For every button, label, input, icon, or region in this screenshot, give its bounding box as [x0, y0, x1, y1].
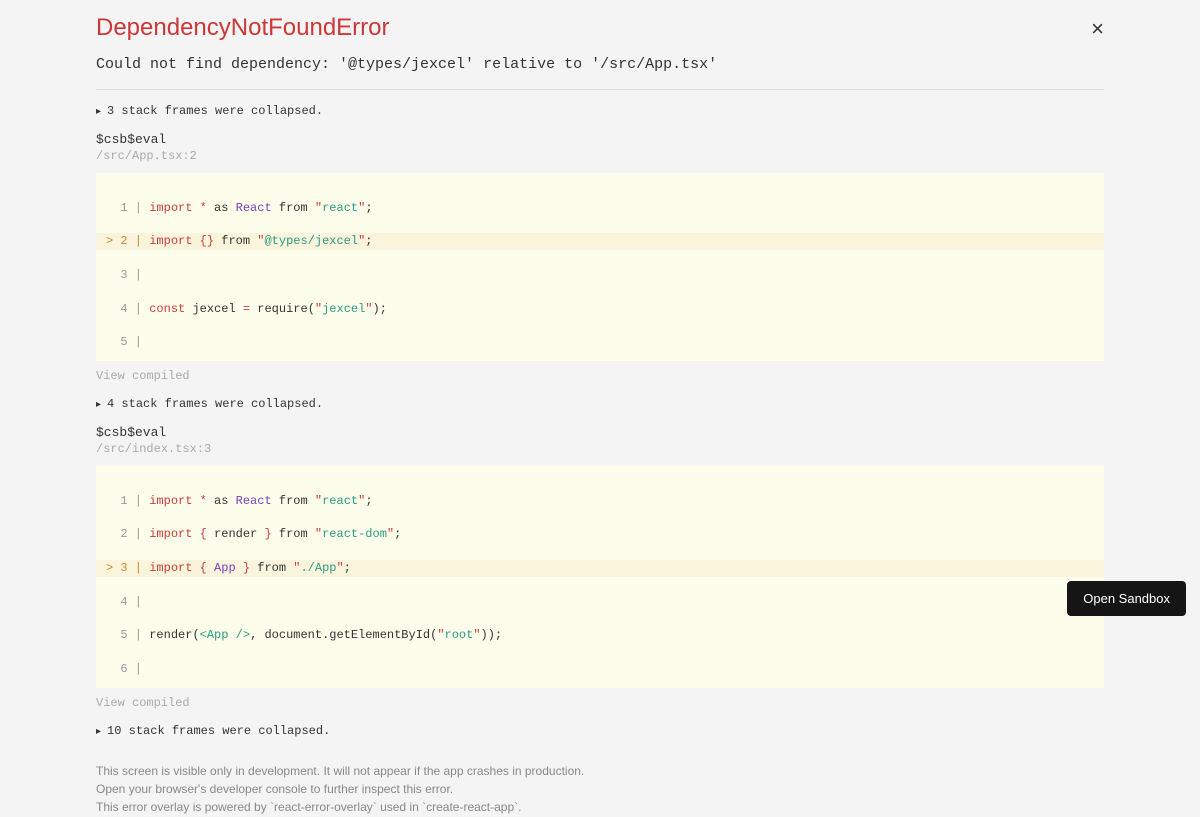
view-compiled-1[interactable]: View compiled	[96, 369, 1104, 383]
view-compiled-2[interactable]: View compiled	[96, 696, 1104, 710]
stack-collapse-3[interactable]: 10 stack frames were collapsed.	[96, 724, 1104, 738]
stack-collapse-2[interactable]: 4 stack frames were collapsed.	[96, 397, 1104, 411]
frame-location-1: /src/App.tsx:2	[96, 149, 1104, 163]
footer-line-2: Open your browser's developer console to…	[96, 780, 1104, 798]
footer-text: This screen is visible only in developme…	[96, 762, 1104, 816]
frame-function-2: $csb$eval	[96, 425, 1104, 440]
frame-location-2: /src/index.tsx:3	[96, 442, 1104, 456]
error-title: DependencyNotFoundError	[96, 14, 390, 42]
footer-line-3: This error overlay is powered by `react-…	[96, 798, 1104, 816]
error-message: Could not find dependency: '@types/jexce…	[96, 56, 1104, 73]
code-block-1: 1 | import * as React from "react"; > 2 …	[96, 173, 1104, 361]
divider	[96, 89, 1104, 90]
stack-collapse-1[interactable]: 3 stack frames were collapsed.	[96, 104, 1104, 118]
code-block-2: 1 | import * as React from "react"; 2 | …	[96, 466, 1104, 688]
footer-line-1: This screen is visible only in developme…	[96, 762, 1104, 780]
frame-function-1: $csb$eval	[96, 132, 1104, 147]
open-sandbox-button[interactable]: Open Sandbox	[1067, 581, 1186, 616]
close-icon[interactable]: ×	[1091, 14, 1104, 40]
